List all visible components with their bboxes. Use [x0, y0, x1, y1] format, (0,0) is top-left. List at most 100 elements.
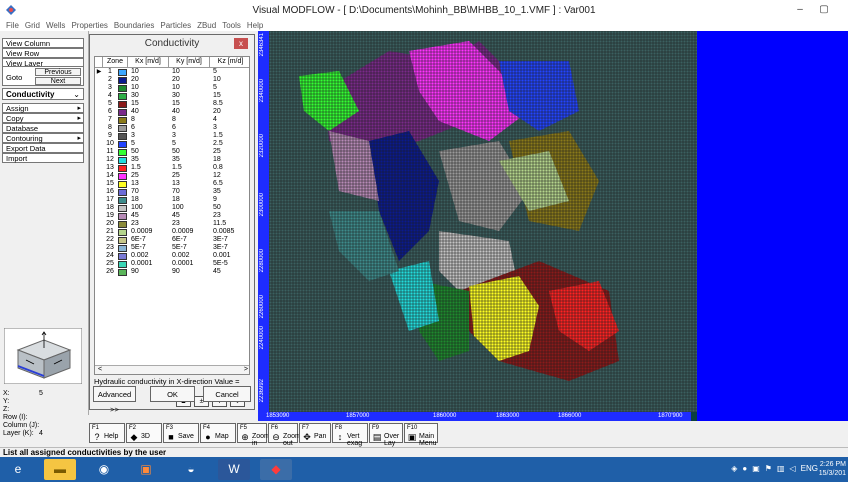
kx-cell[interactable]: 50: [128, 148, 169, 156]
ky-cell[interactable]: 35: [169, 156, 210, 164]
ky-cell[interactable]: 10: [169, 84, 210, 92]
minimize-button[interactable]: –: [790, 3, 810, 17]
kx-cell[interactable]: 0.0001: [128, 260, 169, 268]
ky-cell[interactable]: 0.0001: [169, 260, 210, 268]
tray-icon[interactable]: ●: [742, 464, 747, 473]
ok-button[interactable]: OK: [150, 386, 195, 402]
table-row[interactable]: 12 35 35 18: [95, 156, 249, 164]
clock[interactable]: 2:26 PM 15/3/201: [819, 460, 846, 478]
table-row[interactable]: 7884: [95, 116, 249, 124]
zone-color-cell[interactable]: [117, 116, 128, 124]
word-icon[interactable]: W: [218, 459, 250, 480]
table-row[interactable]: 6 40 40 20: [95, 108, 249, 116]
network-signal-icon[interactable]: ▥: [777, 464, 785, 473]
kx-cell[interactable]: 100: [128, 204, 169, 212]
kx-cell[interactable]: 5: [128, 140, 169, 148]
kx-cell[interactable]: 3: [128, 132, 169, 140]
kz-cell[interactable]: 18: [210, 156, 249, 164]
table-row[interactable]: 3 10 10 5: [95, 84, 249, 92]
zone-color-cell[interactable]: [117, 204, 128, 212]
ky-cell[interactable]: 3: [169, 132, 210, 140]
kz-cell[interactable]: 20: [210, 108, 249, 116]
table-row[interactable]: 9 3 3 1.5: [95, 132, 249, 140]
fkey-f8-button[interactable]: F8 ↕ Vert exag: [332, 423, 368, 447]
tray-app-icon[interactable]: ◈: [731, 464, 737, 473]
tray-icon[interactable]: ▣: [752, 464, 760, 473]
language-indicator[interactable]: ENG: [801, 464, 818, 473]
ky-cell[interactable]: 10: [169, 68, 210, 76]
zone-color-cell[interactable]: [117, 260, 128, 268]
menu-particles[interactable]: Particles: [160, 21, 191, 30]
zone-color-cell[interactable]: [117, 228, 128, 236]
cancel-button[interactable]: Cancel: [203, 386, 251, 402]
table-row[interactable]: 13 1.5 1.5 0.8: [95, 164, 249, 172]
kz-cell[interactable]: 0.0085: [210, 228, 249, 236]
fkey-f6-button[interactable]: F6 ⊖ Zoom out: [268, 423, 301, 447]
table-row[interactable]: 23 5E-7 5E-7 3E-7: [95, 244, 249, 252]
kx-cell[interactable]: 45: [128, 212, 169, 220]
chrome-icon[interactable]: ◉: [88, 459, 120, 480]
zone-color-cell[interactable]: [117, 84, 128, 92]
ky-cell[interactable]: 50: [169, 148, 210, 156]
zone-color-cell[interactable]: [117, 156, 128, 164]
zone-color-cell[interactable]: [117, 76, 128, 84]
kz-cell[interactable]: 45: [210, 268, 249, 276]
kx-cell[interactable]: 70: [128, 188, 169, 196]
kx-cell[interactable]: 30: [128, 92, 169, 100]
ky-cell[interactable]: 15: [169, 100, 210, 108]
ky-cell[interactable]: 6: [169, 124, 210, 132]
menu-wells[interactable]: Wells: [46, 21, 65, 30]
import-button[interactable]: Import: [2, 153, 84, 163]
zone-color-cell[interactable]: [117, 172, 128, 180]
horizontal-scrollbar[interactable]: < >: [95, 365, 249, 374]
zone-color-cell[interactable]: [117, 188, 128, 196]
kz-cell[interactable]: 23: [210, 212, 249, 220]
menu-properties[interactable]: Properties: [71, 21, 107, 30]
table-row[interactable]: 16 70 70 35: [95, 188, 249, 196]
kz-cell[interactable]: 3E-7: [210, 236, 249, 244]
kz-cell[interactable]: 10: [210, 76, 249, 84]
kx-cell[interactable]: 8: [128, 116, 169, 124]
zone-color-cell[interactable]: [117, 164, 128, 172]
table-row[interactable]: 15 13 13 6.5: [95, 180, 249, 188]
ky-cell[interactable]: 13: [169, 180, 210, 188]
kx-cell[interactable]: 20: [128, 76, 169, 84]
ky-cell[interactable]: 6E-7: [169, 236, 210, 244]
ky-cell[interactable]: 8: [169, 116, 210, 124]
table-row[interactable]: 4 30 30 15: [95, 92, 249, 100]
goto-next-button[interactable]: Next: [35, 77, 81, 85]
ky-cell[interactable]: 100: [169, 204, 210, 212]
zone-color-cell[interactable]: [117, 252, 128, 260]
kz-cell[interactable]: 12: [210, 172, 249, 180]
zone-color-cell[interactable]: [117, 244, 128, 252]
fkey-f7-button[interactable]: F7 ✥ Pan: [299, 423, 331, 443]
kx-cell[interactable]: 0.002: [128, 252, 169, 260]
ky-cell[interactable]: 0.002: [169, 252, 210, 260]
kx-cell[interactable]: 6E-7: [128, 236, 169, 244]
kz-cell[interactable]: 11.5: [210, 220, 249, 228]
fkey-f3-button[interactable]: F3 ■ Save: [163, 423, 199, 443]
fkey-f5-button[interactable]: F5 ⊕ Zoom in: [237, 423, 270, 447]
table-row[interactable]: 17 18 18 9: [95, 196, 249, 204]
table-row[interactable]: 14 25 25 12: [95, 172, 249, 180]
table-row[interactable]: 18 100 100 50: [95, 204, 249, 212]
kx-cell[interactable]: 18: [128, 196, 169, 204]
fkey-f4-button[interactable]: F4 ● Map: [200, 423, 236, 443]
kz-cell[interactable]: 9: [210, 196, 249, 204]
table-row[interactable]: ▶ 1 10 10 5: [95, 68, 249, 76]
kx-cell[interactable]: 10: [128, 84, 169, 92]
kz-cell[interactable]: 1.5: [210, 132, 249, 140]
kx-cell[interactable]: 40: [128, 108, 169, 116]
table-row[interactable]: 8663: [95, 124, 249, 132]
zone-color-cell[interactable]: [117, 212, 128, 220]
table-row[interactable]: 19 45 45 23: [95, 212, 249, 220]
ky-cell[interactable]: 1.5: [169, 164, 210, 172]
table-row[interactable]: 5 15 15 8.5: [95, 100, 249, 108]
kz-cell[interactable]: 50: [210, 204, 249, 212]
property-select[interactable]: Conductivity ⌄: [2, 88, 84, 100]
table-row[interactable]: 25 0.0001 0.0001 5E-5: [95, 260, 249, 268]
fkey-f1-button[interactable]: F1? Help: [89, 423, 125, 443]
ky-cell[interactable]: 90: [169, 268, 210, 276]
copy-button[interactable]: Copy: [2, 113, 84, 123]
table-row[interactable]: 20 23 23 11.5: [95, 220, 249, 228]
